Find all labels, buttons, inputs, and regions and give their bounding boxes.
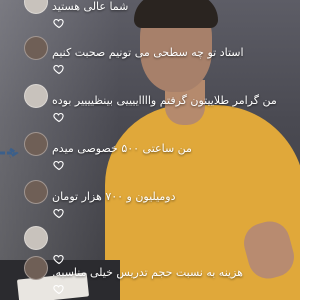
comment-text: شما عالی هستید [52, 0, 129, 13]
comment-text: من گرامر طلاییتون گرفتم وااااییییی بینظی… [52, 94, 277, 107]
heart-outline-icon[interactable] [53, 63, 65, 75]
comment-item: من ساعتی ۵۰۰ خصوصی میدم [22, 130, 300, 172]
heart-outline-icon[interactable] [53, 207, 65, 219]
heart-outline-icon[interactable] [53, 159, 65, 171]
avatar[interactable] [24, 256, 48, 280]
avatar[interactable] [24, 36, 48, 60]
comment-item: هزینه به نسبت حجم تدریس خیلی مناسبه. [22, 254, 300, 296]
avatar[interactable] [24, 180, 48, 204]
comment-item: دومیلیون و ۷۰۰ هزار تومان [22, 178, 300, 220]
comment-text: هزینه به نسبت حجم تدریس خیلی مناسبه. [52, 266, 243, 279]
avatar[interactable] [24, 0, 48, 14]
comment-item: من گرامر طلاییتون گرفتم وااااییییی بینظی… [22, 82, 300, 124]
comment-text: دومیلیون و ۷۰۰ هزار تومان [52, 190, 176, 203]
comment-item: شما عالی هستید [22, 0, 300, 30]
side-pointer-icon [0, 144, 22, 159]
comment-text: من ساعتی ۵۰۰ خصوصی میدم [52, 142, 192, 155]
heart-outline-icon[interactable] [53, 283, 65, 295]
live-comments-feed: شما عالی هستید استاد تو چه سطحی می تونیم… [0, 0, 300, 300]
avatar[interactable] [24, 132, 48, 156]
comment-text: استاد تو چه سطحی می تونیم صحبت کنیم [52, 46, 244, 59]
heart-outline-icon[interactable] [53, 111, 65, 123]
comment-item: استاد تو چه سطحی می تونیم صحبت کنیم [22, 34, 300, 76]
avatar[interactable] [24, 226, 48, 250]
heart-outline-icon[interactable] [53, 17, 65, 29]
avatar[interactable] [24, 84, 48, 108]
